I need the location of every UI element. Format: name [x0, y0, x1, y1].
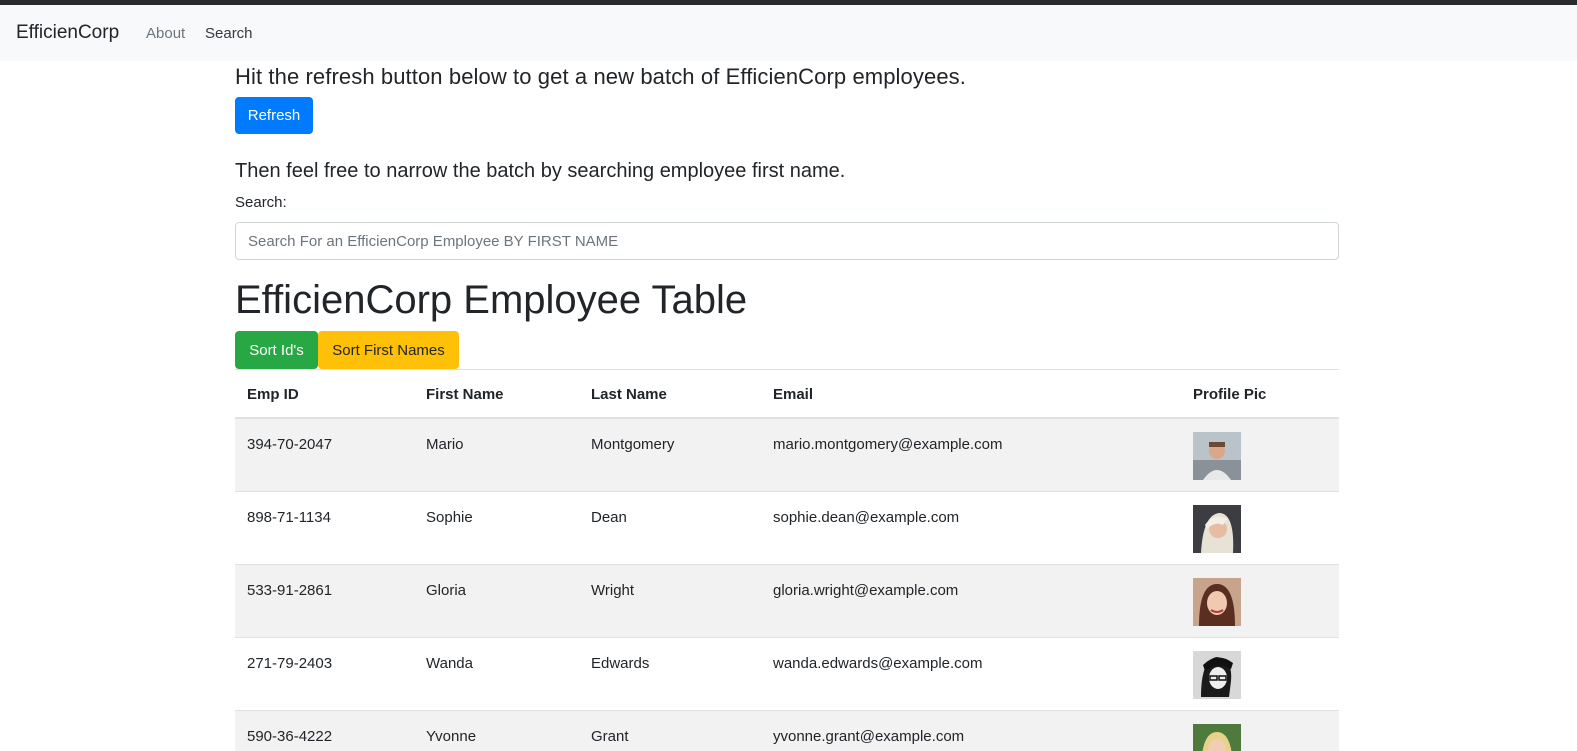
table-row: 271-79-2403 Wanda Edwards wanda.edwards@…	[235, 638, 1339, 711]
cell-emp-id: 533-91-2861	[247, 582, 333, 599]
refresh-button[interactable]: Refresh	[235, 97, 313, 134]
cell-last-name: Montgomery	[591, 436, 675, 453]
nav-link-about[interactable]: About	[146, 25, 185, 42]
intro-heading: Hit the refresh button below to get a ne…	[235, 64, 966, 89]
cell-last-name: Edwards	[591, 655, 650, 672]
cell-email: gloria.wright@example.com	[773, 582, 959, 599]
cell-emp-id: 271-79-2403	[247, 655, 333, 672]
profile-photo-icon	[1193, 724, 1241, 751]
navbar: EfficienCorp About Search	[0, 5, 1577, 61]
header-last-name: Last Name	[591, 386, 667, 403]
cell-first-name: Mario	[426, 436, 464, 453]
cell-first-name: Sophie	[426, 509, 473, 526]
table-row: 394-70-2047 Mario Montgomery mario.montg…	[235, 419, 1339, 492]
nav-link-search[interactable]: Search	[205, 25, 253, 42]
table-title: EfficienCorp Employee Table	[235, 278, 748, 322]
table-row: 898-71-1134 Sophie Dean sophie.dean@exam…	[235, 492, 1339, 565]
navbar-brand[interactable]: EfficienCorp	[16, 22, 119, 44]
cell-first-name: Gloria	[426, 582, 467, 599]
search-instruction: Then feel free to narrow the batch by se…	[235, 160, 846, 182]
search-label: Search:	[235, 194, 287, 211]
sort-ids-button[interactable]: Sort Id's	[235, 331, 318, 369]
cell-first-name: Yvonne	[426, 728, 477, 745]
header-first-name: First Name	[426, 386, 504, 403]
cell-email: sophie.dean@example.com	[773, 509, 960, 526]
cell-emp-id: 590-36-4222	[247, 728, 333, 745]
cell-last-name: Wright	[591, 582, 635, 599]
profile-photo-icon	[1193, 505, 1241, 553]
header-profile-pic: Profile Pic	[1193, 386, 1267, 403]
table-row: 533-91-2861 Gloria Wright gloria.wright@…	[235, 565, 1339, 638]
cell-email: yvonne.grant@example.com	[773, 728, 965, 745]
profile-photo-icon	[1193, 432, 1241, 480]
cell-email: wanda.edwards@example.com	[773, 655, 983, 672]
cell-last-name: Dean	[591, 509, 627, 526]
cell-emp-id: 898-71-1134	[247, 509, 331, 526]
profile-photo-icon	[1193, 651, 1241, 699]
cell-last-name: Grant	[591, 728, 629, 745]
table-header-row: Emp ID First Name Last Name Email Profil…	[235, 370, 1339, 419]
profile-photo-icon	[1193, 578, 1241, 626]
sort-first-names-button[interactable]: Sort First Names	[318, 331, 459, 369]
employee-table: Emp ID First Name Last Name Email Profil…	[235, 369, 1339, 751]
table-row: 590-36-4222 Yvonne Grant yvonne.grant@ex…	[235, 711, 1339, 751]
search-input[interactable]	[235, 222, 1339, 260]
header-email: Email	[773, 386, 814, 403]
header-emp-id: Emp ID	[247, 386, 299, 403]
cell-first-name: Wanda	[426, 655, 473, 672]
cell-email: mario.montgomery@example.com	[773, 436, 1003, 453]
cell-emp-id: 394-70-2047	[247, 436, 333, 453]
